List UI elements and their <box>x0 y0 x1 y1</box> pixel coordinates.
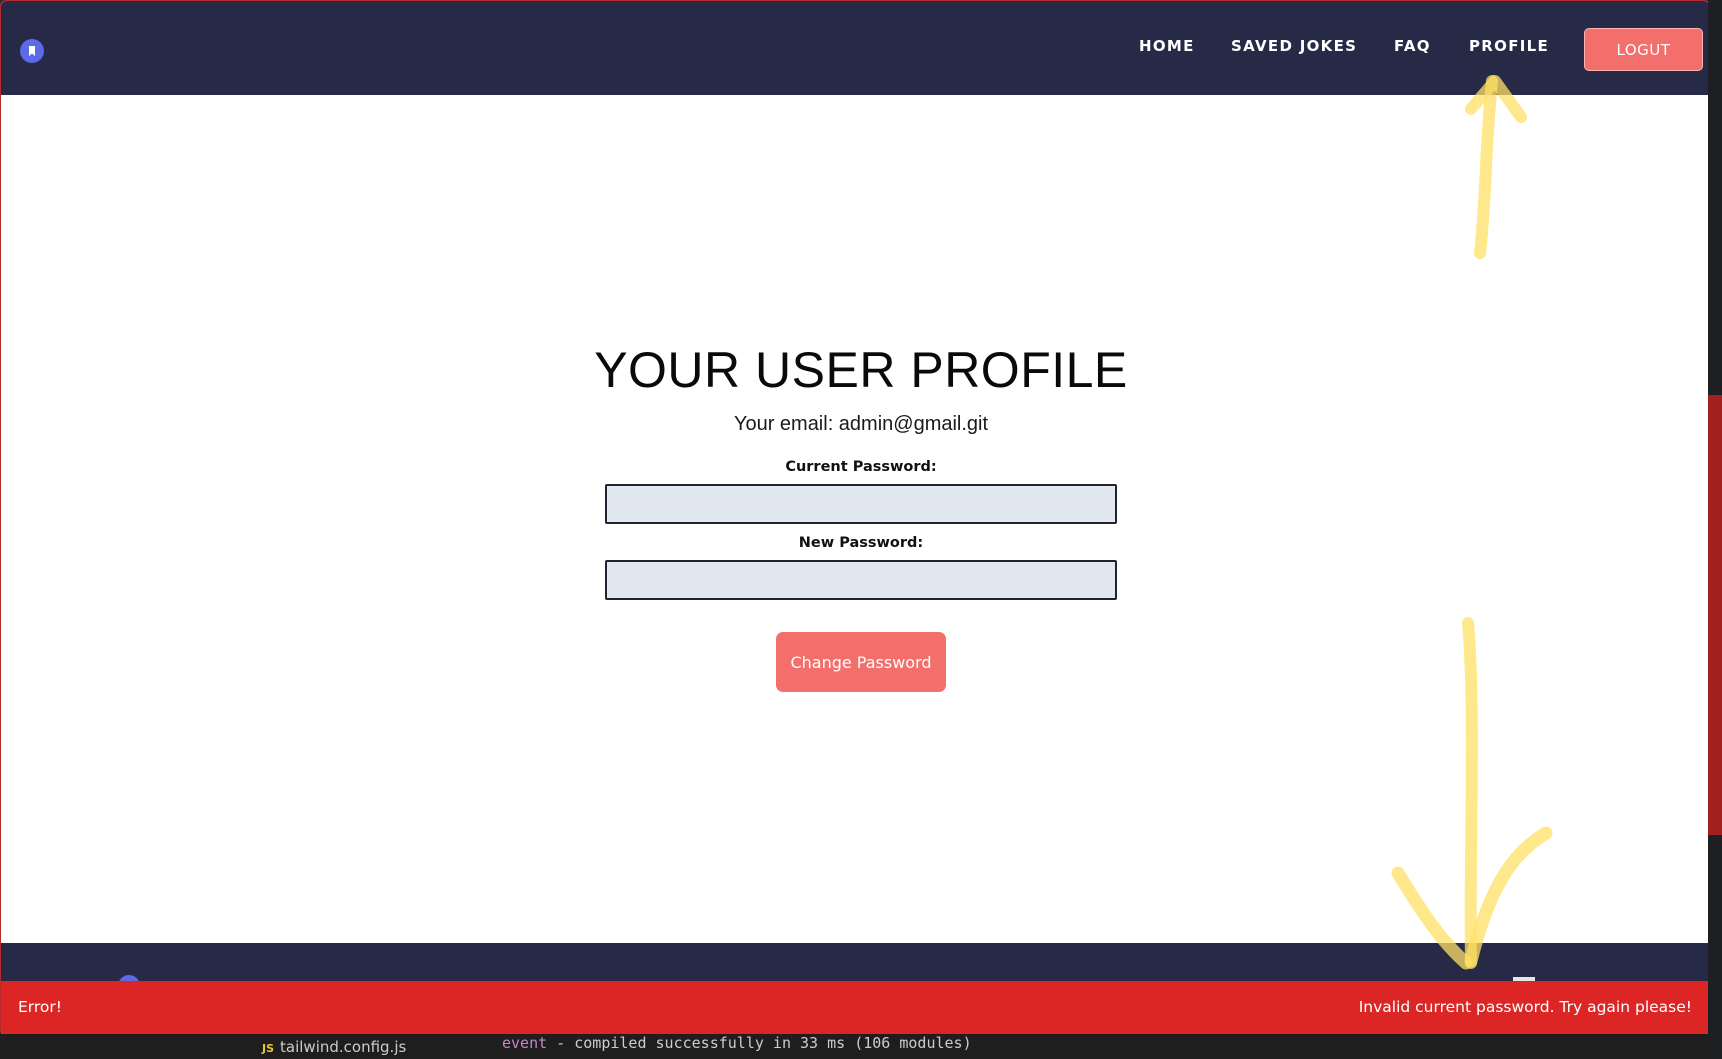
browser-window: HOME SAVED JOKES FAQ PROFILE LOGUT YOUR … <box>0 0 1710 1036</box>
bookmark-icon[interactable] <box>20 39 44 63</box>
email-display: Your email: admin@gmail.git <box>733 413 989 435</box>
top-navbar: HOME SAVED JOKES FAQ PROFILE LOGUT <box>1 1 1709 95</box>
current-password-input[interactable] <box>605 484 1117 524</box>
nav-link-profile[interactable]: PROFILE <box>1469 37 1549 55</box>
current-password-label: Current Password: <box>785 459 937 475</box>
new-password-input[interactable] <box>605 560 1117 600</box>
terminal-output: event - compiled successfully in 33 ms (… <box>502 1034 972 1052</box>
nav-link-faq[interactable]: FAQ <box>1394 37 1431 55</box>
background-window-edge <box>1708 0 1722 1059</box>
toast-title: Error! <box>18 998 62 1016</box>
error-toast[interactable]: Error! Invalid current password. Try aga… <box>1 981 1709 1035</box>
new-password-label: New Password: <box>798 535 924 551</box>
toast-message: Invalid current password. Try again plea… <box>1358 998 1692 1016</box>
terminal-event-text: - compiled successfully in 33 ms (106 mo… <box>547 1034 972 1052</box>
change-password-button[interactable]: Change Password <box>776 632 946 692</box>
page-title: YOUR USER PROFILE <box>594 342 1128 398</box>
file-tab[interactable]: JS tailwind.config.js <box>262 1038 406 1056</box>
editor-terminal-strip: JS tailwind.config.js event - compiled su… <box>0 1034 1708 1059</box>
terminal-event-keyword: event <box>502 1034 548 1052</box>
logout-button[interactable]: LOGUT <box>1584 28 1703 71</box>
footer <box>1 943 1709 997</box>
background-window-accent <box>1708 395 1722 835</box>
nav-link-home[interactable]: HOME <box>1139 37 1195 55</box>
js-file-icon: JS <box>262 1042 275 1055</box>
nav-link-saved-jokes[interactable]: SAVED JOKES <box>1231 37 1357 55</box>
profile-page: YOUR USER PROFILE Your email: admin@gmai… <box>1 95 1709 943</box>
file-tab-label: tailwind.config.js <box>280 1038 407 1056</box>
